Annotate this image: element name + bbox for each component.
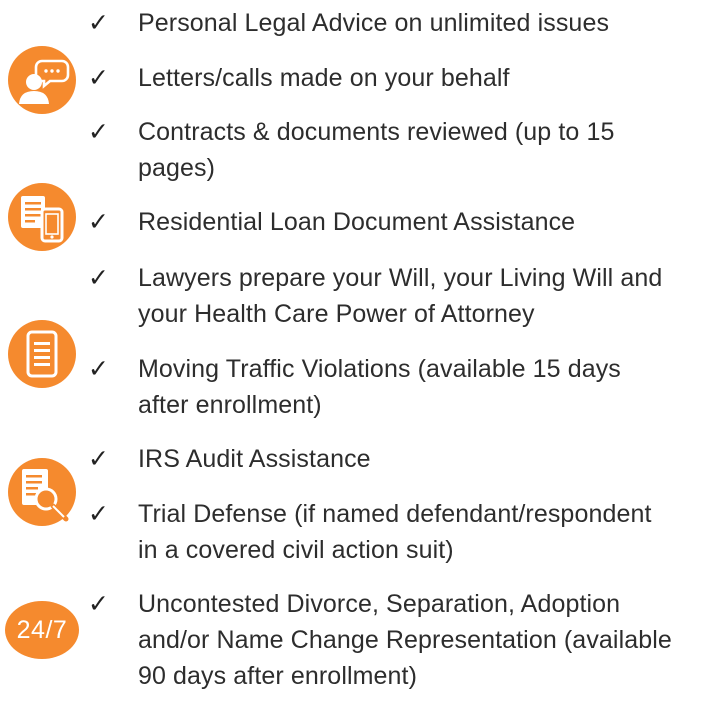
- list-item: ✓ Moving Traffic Violations (available 1…: [88, 351, 700, 423]
- document-list-icon: [6, 318, 78, 390]
- badge-247-label: 24/7: [16, 616, 68, 644]
- checkmark-icon: ✓: [88, 499, 109, 528]
- list-item: ✓ Contracts & documents reviewed (up to …: [88, 114, 700, 186]
- list-item: ✓ Residential Loan Document Assistance: [88, 204, 700, 240]
- checkmark-icon: ✓: [88, 117, 109, 146]
- list-item: ✓ Uncontested Divorce, Separation, Adopt…: [88, 586, 700, 694]
- checkmark-icon: ✓: [88, 63, 109, 92]
- checkmark-icon: ✓: [88, 589, 109, 618]
- list-item: ✓ Trial Defense (if named defendant/resp…: [88, 496, 700, 568]
- chat-person-icon: [6, 44, 78, 116]
- benefit-text: Letters/calls made on your behalf: [138, 64, 510, 92]
- benefit-text: IRS Audit Assistance: [138, 445, 371, 473]
- benefit-text: Moving Traffic Violations (available 15 …: [138, 355, 621, 419]
- benefit-text: Trial Defense (if named defendant/respon…: [138, 500, 652, 564]
- benefit-text: Uncontested Divorce, Separation, Adoptio…: [138, 590, 672, 690]
- list-item: ✓ Letters/calls made on your behalf: [88, 60, 700, 96]
- benefit-text: Residential Loan Document Assistance: [138, 208, 576, 236]
- list-item: ✓ IRS Audit Assistance: [88, 441, 700, 477]
- document-search-icon: [6, 456, 78, 528]
- checkmark-icon: ✓: [88, 354, 109, 383]
- document-phone-icon: [6, 181, 78, 253]
- list-item: ✓ Personal Legal Advice on unlimited iss…: [88, 5, 700, 41]
- clock-247-icon: 24/7: [4, 600, 80, 660]
- checkmark-icon: ✓: [88, 207, 109, 236]
- checkmark-icon: ✓: [88, 263, 109, 292]
- benefit-text: Lawyers prepare your Will, your Living W…: [138, 264, 663, 328]
- benefit-text: Personal Legal Advice on unlimited issue…: [138, 9, 610, 37]
- checkmark-icon: ✓: [88, 8, 109, 37]
- checkmark-icon: ✓: [88, 444, 109, 473]
- list-item: ✓ Lawyers prepare your Will, your Living…: [88, 260, 700, 332]
- benefit-text: Contracts & documents reviewed (up to 15…: [138, 118, 615, 182]
